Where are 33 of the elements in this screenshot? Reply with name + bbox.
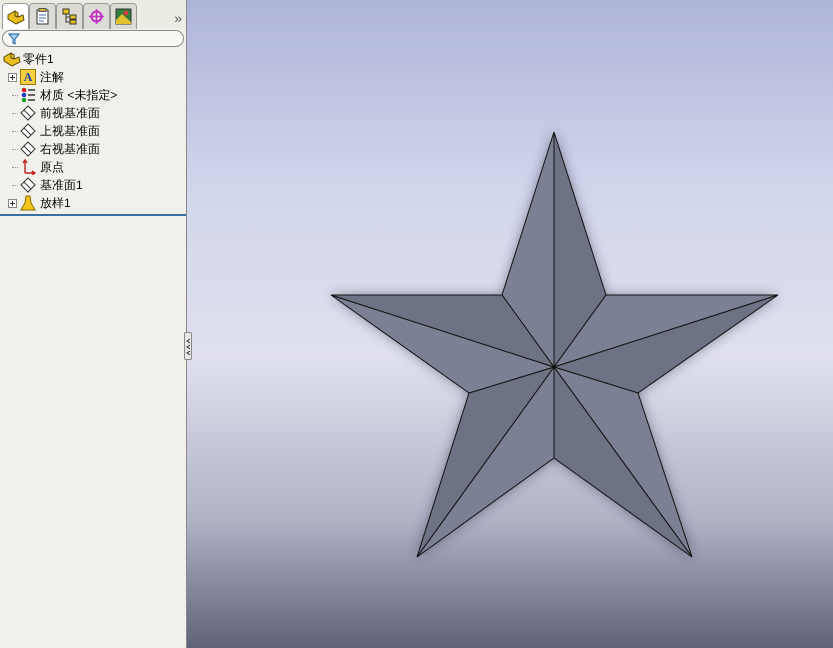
panel-tab[interactable] [56,3,83,29]
loft-icon [20,194,36,212]
panel-tab[interactable] [29,3,56,29]
tree-item[interactable]: 原点 [40,158,64,176]
plane-icon [20,141,36,157]
tree-item[interactable]: 基准面1 [40,176,83,194]
hierarchy-icon [62,8,78,25]
tree-item[interactable]: 材质 <未指定> [40,86,118,104]
expand-toggle[interactable] [8,72,16,82]
filter-icon [8,32,20,44]
plane-icon [20,123,36,139]
origin-icon [20,159,36,175]
tree-item[interactable]: 右视基准面 [40,140,100,158]
document-icon [34,8,50,25]
annotation-icon: A [20,69,36,85]
tree-item[interactable]: 放样1 [40,194,71,212]
tree-item[interactable]: 零件1 [23,50,54,68]
panel-tab[interactable] [2,3,29,29]
more-tabs-button[interactable]: » [174,11,182,25]
material-icon [20,87,36,103]
collapse-handle[interactable] [184,332,192,360]
part-icon [3,51,21,67]
filter-field[interactable] [2,30,184,47]
plane-icon [20,105,36,121]
display-icon [115,8,132,25]
part-icon [6,8,24,24]
tree-item[interactable]: 上视基准面 [40,122,100,140]
tree-item[interactable]: 注解 [40,68,64,86]
tree-item[interactable]: 前视基准面 [40,104,100,122]
panel-tab[interactable] [110,3,137,29]
crosshair-icon [88,8,105,25]
expand-toggle[interactable] [8,198,16,208]
plane-icon [20,177,36,193]
